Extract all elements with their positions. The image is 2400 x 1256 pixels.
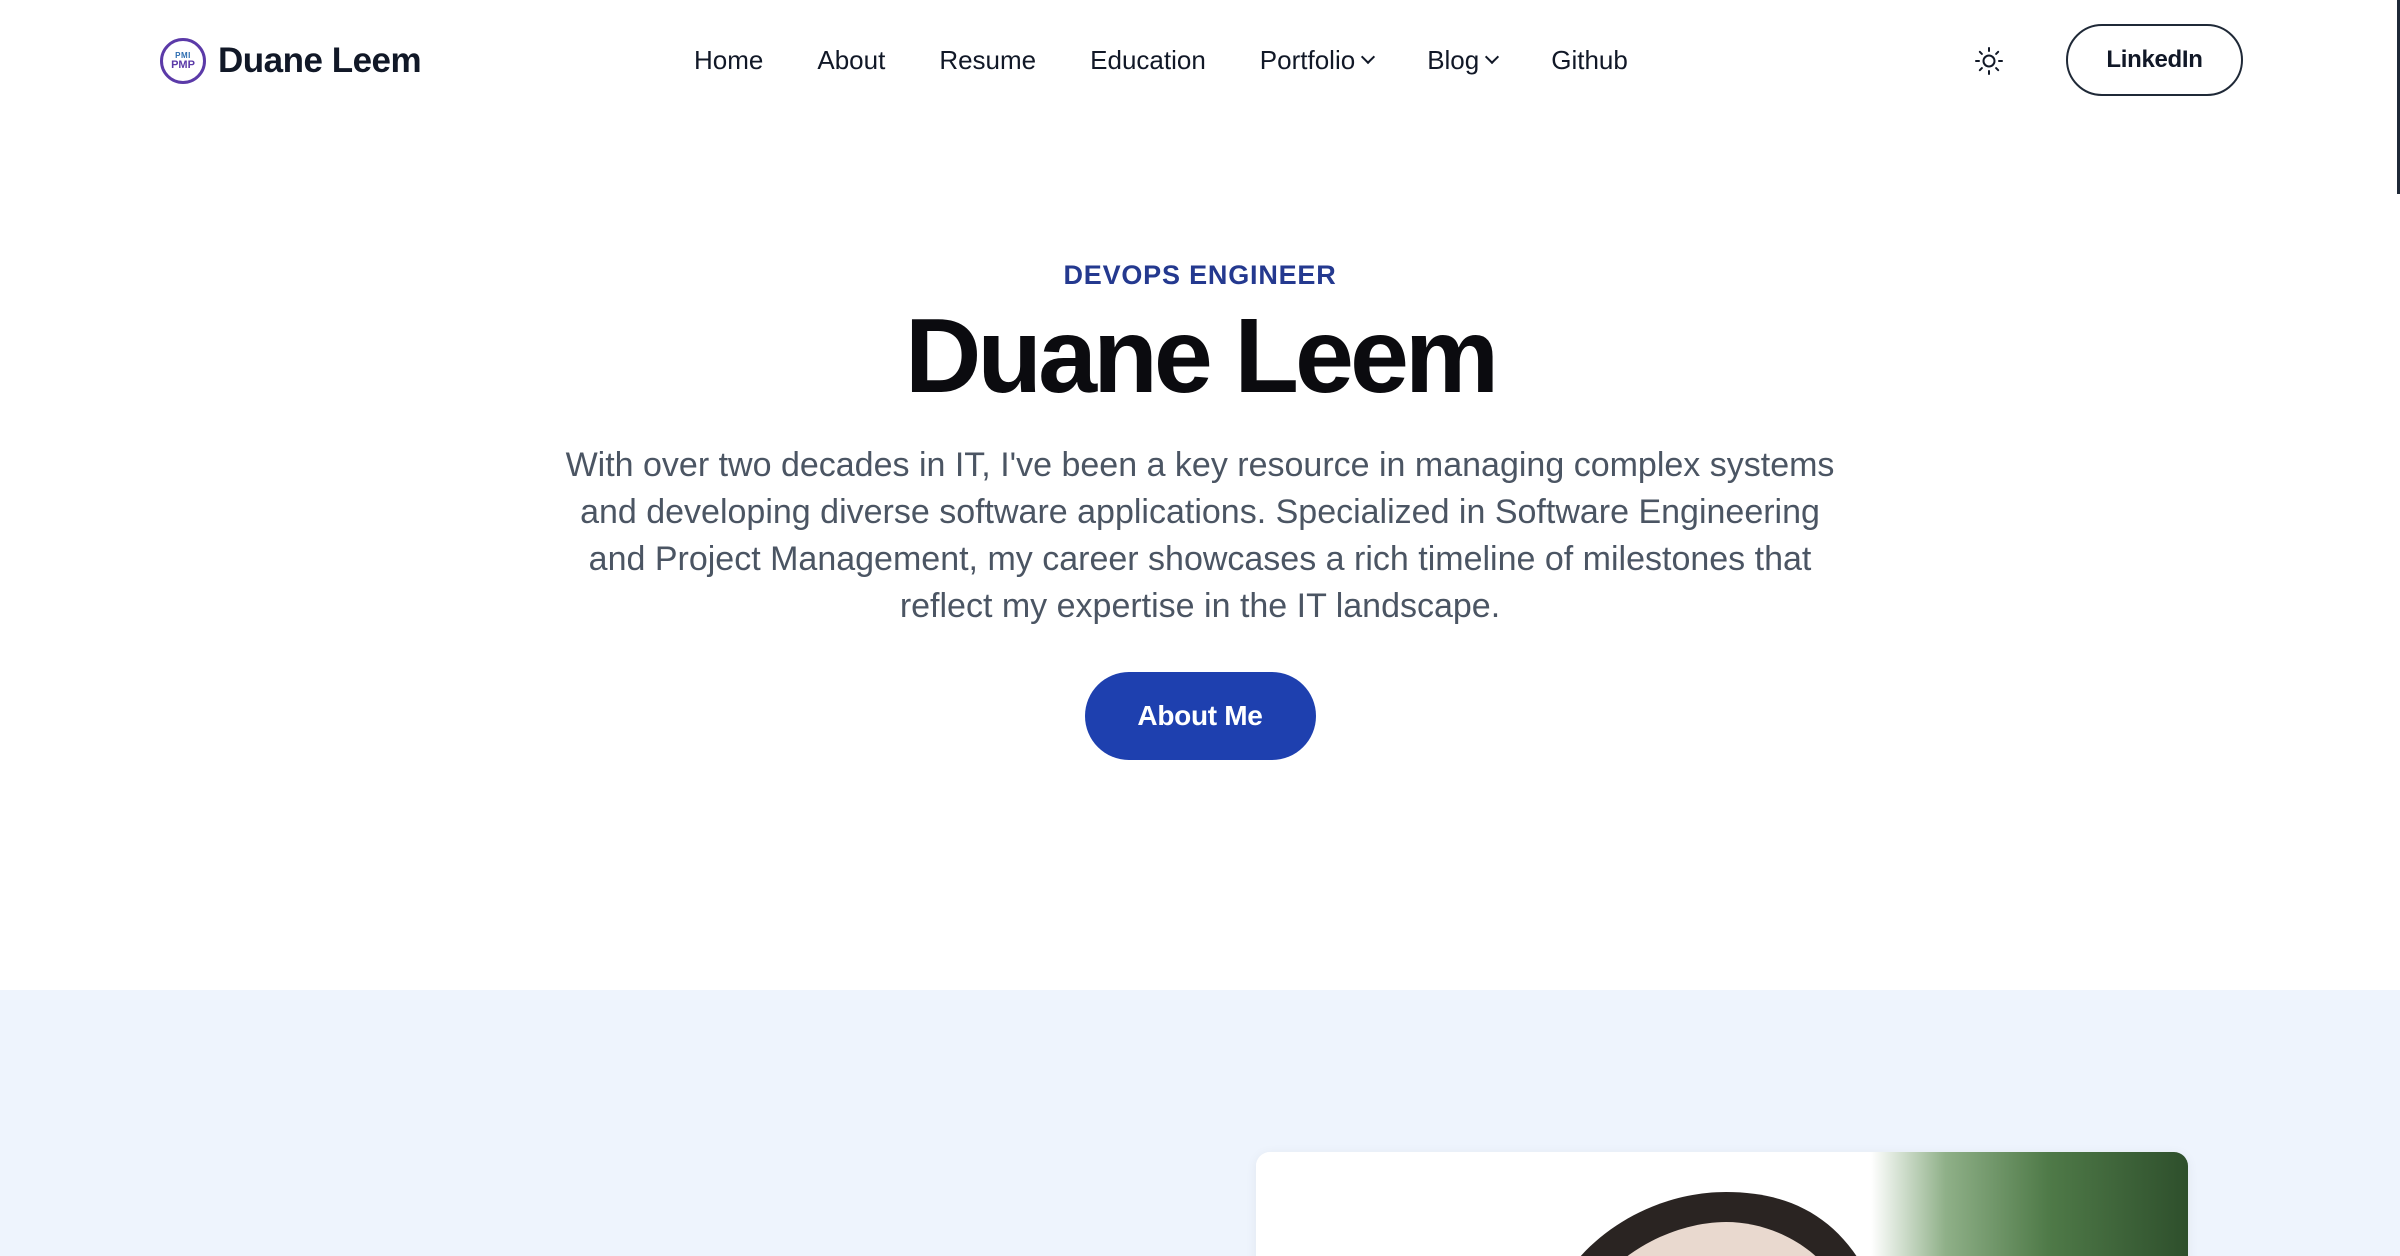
site-header: PMI PMP Duane Leem Home About Resume Edu… [0, 0, 2400, 122]
nav-item-about[interactable]: About [817, 45, 885, 76]
nav-item-label: Resume [939, 44, 1037, 75]
brand-name: Duane Leem [218, 41, 422, 80]
chevron-down-icon [1361, 49, 1376, 65]
nav-item-portfolio[interactable]: Portfolio [1259, 44, 1376, 76]
pmp-logo: PMI PMP [160, 38, 206, 84]
nav-item-label: Home [694, 44, 764, 75]
chevron-down-icon [1485, 49, 1500, 65]
nav-item-label: About [817, 44, 886, 75]
hero-description: With over two decades in IT, I've been a… [565, 446, 1835, 626]
nav-item-github[interactable]: Github [1551, 45, 1628, 76]
hero-title: Duane Leem [904, 297, 1499, 415]
nav-item-label: Portfolio [1259, 44, 1356, 75]
nav-item-label: Education [1090, 44, 1206, 75]
brand-home-link[interactable]: PMI PMP Duane Leem [160, 36, 422, 86]
nav-item-education[interactable]: Education [1090, 45, 1206, 76]
profile-photo-image [1256, 1152, 2188, 1256]
about-me-button[interactable]: About Me [1084, 672, 1316, 761]
main-nav: Home About Resume Education Portfolio Bl… [694, 40, 1628, 80]
nav-item-home[interactable]: Home [694, 45, 763, 76]
hero-eyebrow: DEVOPS ENGINEER [1063, 260, 1337, 290]
nav-item-label: Blog [1427, 44, 1480, 75]
linkedin-button[interactable]: LinkedIn [2066, 24, 2243, 96]
profile-photo [1256, 1152, 2188, 1256]
nav-item-label: Github [1551, 44, 1628, 75]
logo-text-bottom: PMP [171, 58, 195, 71]
hero-section: DEVOPS ENGINEER Duane Leem With over two… [0, 240, 2400, 761]
sun-icon [1975, 47, 2003, 75]
about-section [0, 990, 2400, 1256]
nav-item-blog[interactable]: Blog [1427, 44, 1500, 76]
nav-item-resume[interactable]: Resume [939, 45, 1036, 76]
theme-toggle-button[interactable] [1970, 42, 2008, 80]
